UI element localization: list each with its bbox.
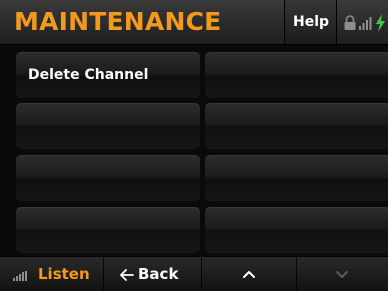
status-indicators [336,0,388,44]
listen-button[interactable]: Listen [0,257,104,291]
grid-button-3[interactable] [16,103,200,149]
scroll-up-button[interactable] [202,257,297,291]
help-label: Help [293,14,330,30]
back-label: Back [138,265,179,283]
page-title: MAINTENANCE [14,7,222,36]
grid-button-6[interactable] [205,155,388,201]
chevron-down-icon [336,271,348,278]
header-bar: MAINTENANCE Help [0,0,388,45]
bottom-bar: Listen Back [0,256,388,291]
delete-channel-button[interactable]: Delete Channel [16,52,200,98]
grid-button-label: Delete Channel [28,67,149,83]
help-button[interactable]: Help [284,0,337,44]
back-button[interactable]: Back [104,257,202,291]
grid-button-5[interactable] [16,155,200,201]
signal-icon [359,17,372,30]
lock-icon [344,15,356,30]
bolt-icon [376,14,385,32]
maintenance-screen: MAINTENANCE Help Delete Channel Listen B… [0,0,388,291]
listen-label: Listen [38,265,90,283]
grid-button-8[interactable] [205,207,388,253]
grid-button-2[interactable] [205,52,388,98]
back-arrow-icon [120,269,134,281]
grid-button-7[interactable] [16,207,200,253]
scroll-down-button[interactable] [297,257,388,291]
listen-signal-icon [13,271,27,281]
grid-button-4[interactable] [205,103,388,149]
button-grid: Delete Channel [0,45,388,256]
chevron-up-icon [243,271,255,278]
